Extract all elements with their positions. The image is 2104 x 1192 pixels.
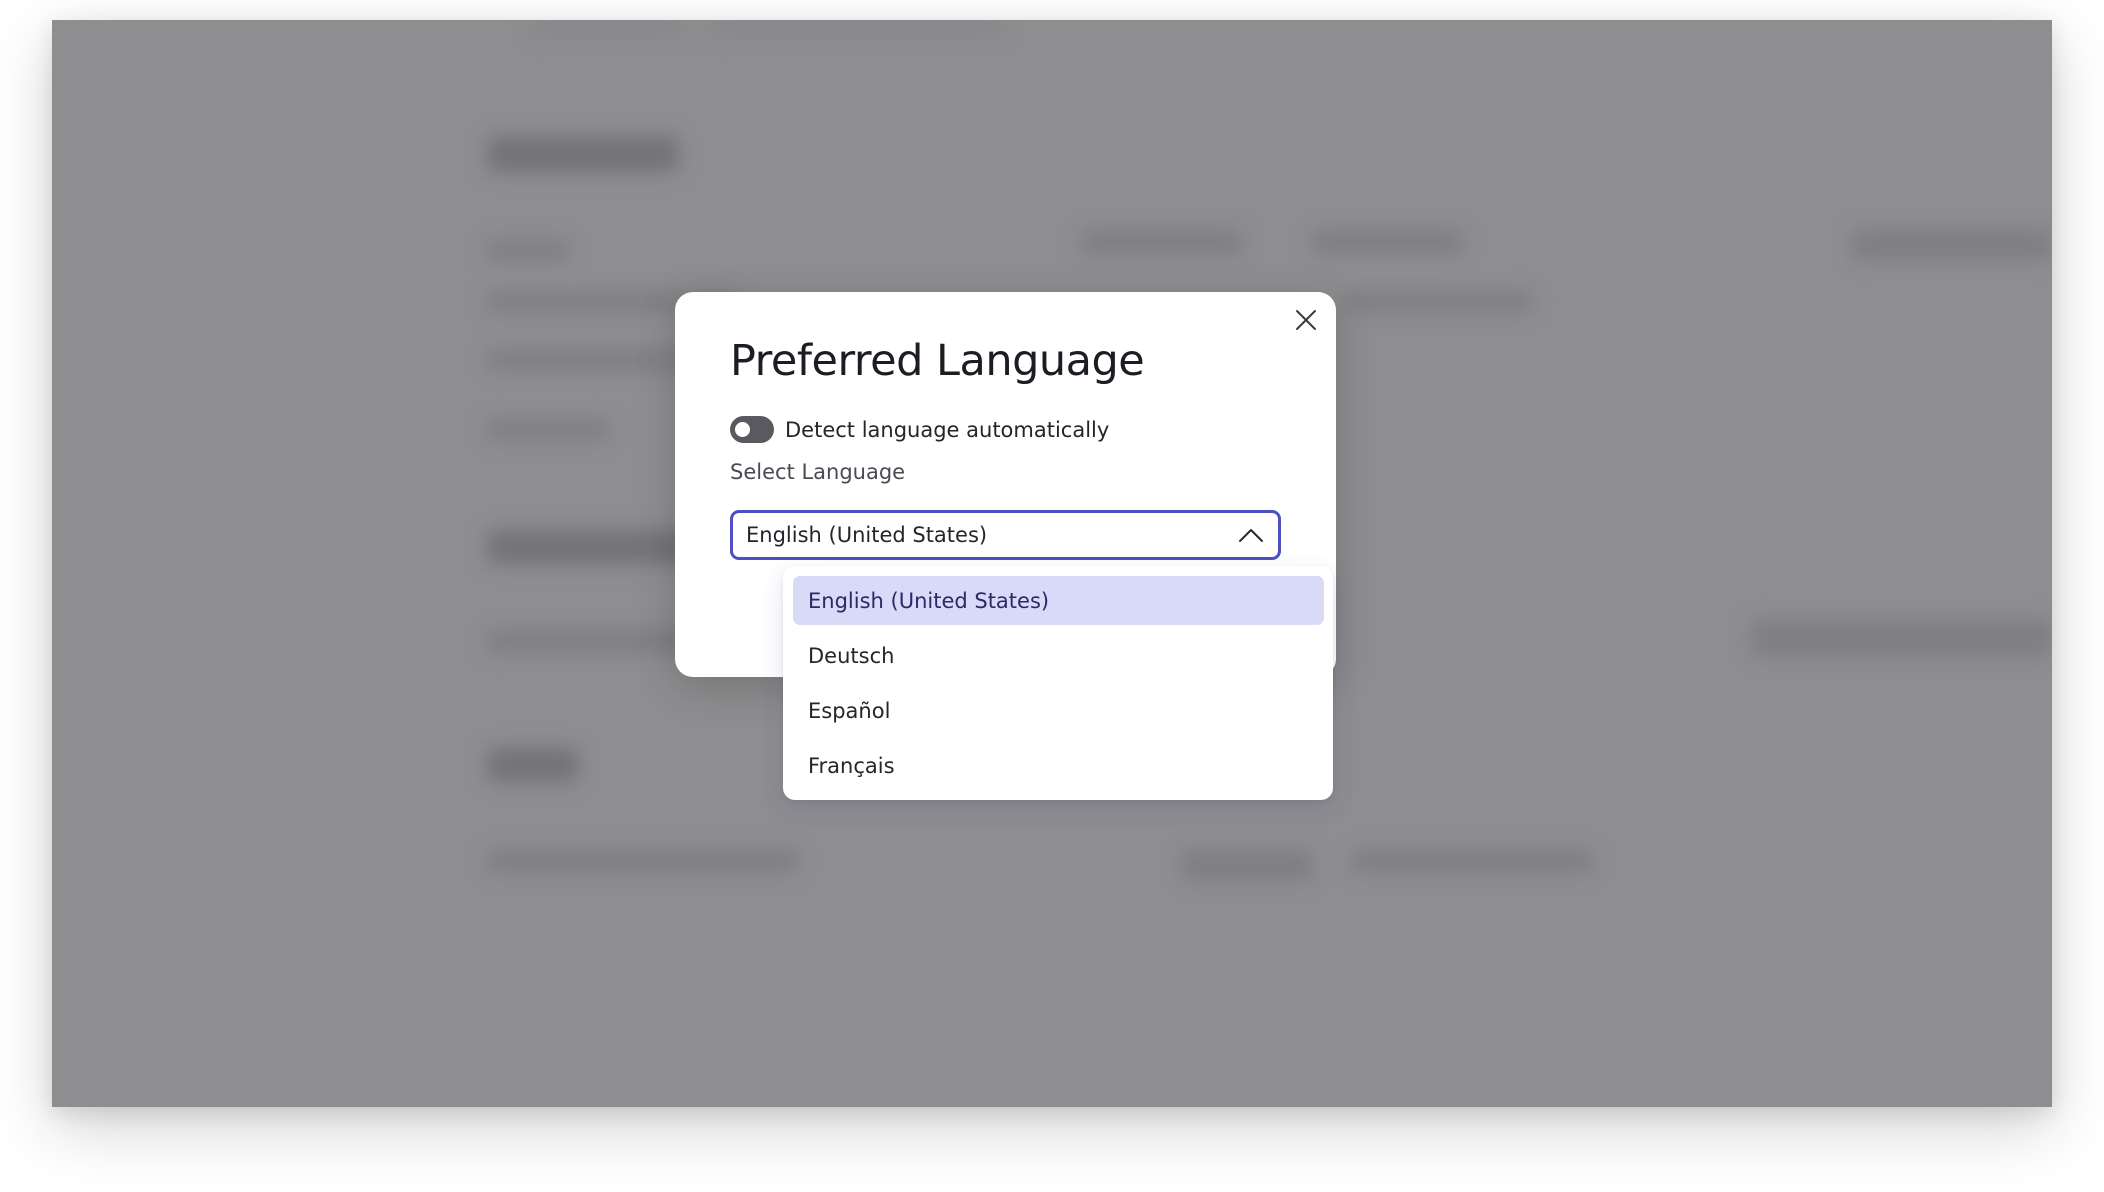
language-option[interactable]: English (United States)	[793, 576, 1324, 625]
language-option[interactable]: Deutsch	[793, 631, 1324, 680]
auto-detect-label: Detect language automatically	[785, 417, 1110, 442]
language-dropdown-list: English (United States) Deutsch Español …	[783, 566, 1333, 800]
language-select-value: English (United States)	[746, 523, 988, 547]
auto-detect-row: Detect language automatically	[730, 416, 1109, 443]
language-option[interactable]: Español	[793, 686, 1324, 735]
dialog-title: Preferred Language	[730, 336, 1145, 386]
close-button[interactable]	[1288, 302, 1324, 338]
auto-detect-toggle[interactable]	[730, 416, 774, 443]
language-option[interactable]: Français	[793, 741, 1324, 790]
language-select[interactable]: English (United States)	[730, 510, 1281, 560]
toggle-knob	[735, 422, 750, 437]
select-language-label: Select Language	[730, 460, 906, 484]
close-icon	[1296, 310, 1316, 330]
chevron-up-icon	[1236, 520, 1266, 550]
